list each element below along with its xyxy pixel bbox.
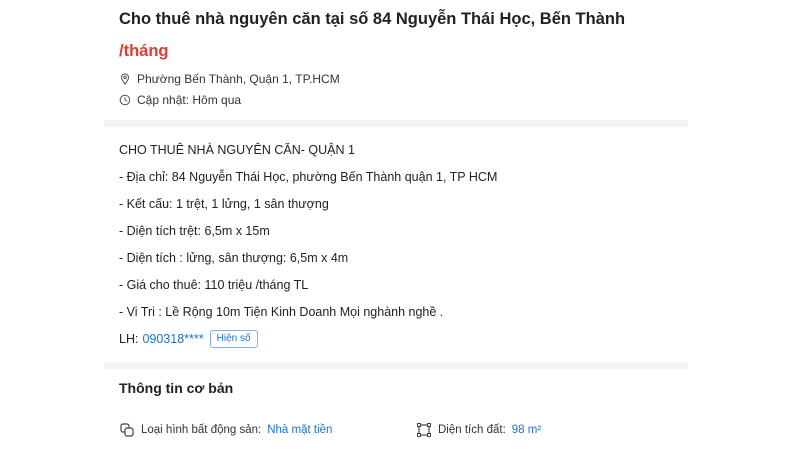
property-type-value[interactable]: Nhà mặt tiền <box>267 424 332 436</box>
listing-title: Cho thuê nhà nguyên căn tại số 84 Nguyễn… <box>119 10 626 28</box>
section-divider <box>104 362 688 369</box>
listing-location: Phường Bến Thành, Quận 1, TP.HCM <box>119 70 340 88</box>
contact-row: LH: 090318**** Hiện số <box>119 330 258 348</box>
listing-card: Cho thuê nhà nguyên căn tại số 84 Nguyễn… <box>104 0 688 450</box>
property-type-attribute: Loại hình bất động sản: Nhà mặt tiền <box>119 420 332 440</box>
description-line: - Vi Tri : Lề Rộng 10m Tiện Kinh Doanh M… <box>119 305 444 319</box>
show-number-button[interactable]: Hiện số <box>209 330 258 348</box>
land-area-value: 98 m² <box>511 424 542 436</box>
description-line: - Diện tích trệt: 6,5m x 15m <box>119 224 270 238</box>
description-line: - Địa chỉ: 84 Nguyễn Thái Học, phường Bế… <box>119 170 498 184</box>
contact-phone[interactable]: 090318**** <box>142 332 203 346</box>
listing-price: /tháng <box>119 42 169 60</box>
clock-icon <box>119 94 131 106</box>
description-line: - Diện tích : lửng, sân thượng: 6,5m x 4… <box>119 251 349 265</box>
area-icon <box>417 423 431 437</box>
land-area-attribute: Diện tích đất: 98 m² <box>416 420 541 440</box>
basic-info-heading: Thông tin cơ bản <box>119 380 234 396</box>
description-line: - Giá cho thuê: 110 triệu /tháng TL <box>119 278 309 292</box>
listing-updated: Cập nhật: Hôm qua <box>119 91 241 109</box>
property-type-icon <box>120 423 134 437</box>
description-line: CHO THUÊ NHÀ NGUYÊN CĂN- QUẬN 1 <box>119 143 355 157</box>
updated-text: Cập nhật: Hôm qua <box>137 93 242 107</box>
section-divider <box>104 120 688 127</box>
property-type-label: Loại hình bất động sản: <box>141 424 262 436</box>
location-text: Phường Bến Thành, Quận 1, TP.HCM <box>137 72 340 86</box>
description-line: - Kết cấu: 1 trệt, 1 lửng, 1 sân thượng <box>119 197 329 211</box>
location-pin-icon <box>120 73 130 85</box>
contact-label: LH: <box>119 332 139 346</box>
land-area-label: Diện tích đất: <box>438 424 506 436</box>
